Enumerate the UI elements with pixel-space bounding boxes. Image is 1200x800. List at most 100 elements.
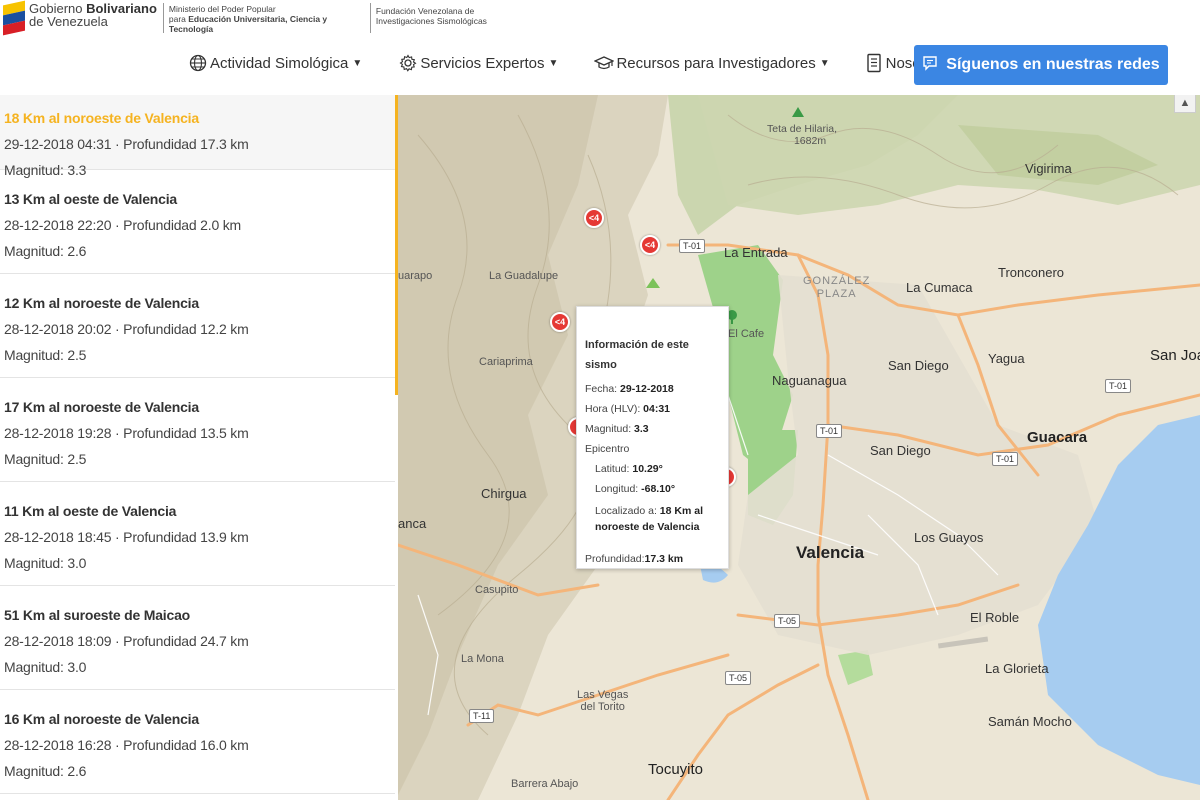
scroll-up-icon[interactable]: ▲ bbox=[1174, 95, 1196, 113]
road-shield: T-01 bbox=[816, 424, 843, 438]
nav-servicios-expertos[interactable]: Servicios Expertos ▼ bbox=[398, 53, 558, 73]
road-shield: T-01 bbox=[992, 452, 1019, 466]
follow-social-button[interactable]: Síguenos en nuestras redes bbox=[914, 45, 1168, 85]
nav-recursos-investigadores[interactable]: Recursos para Investigadores ▼ bbox=[594, 53, 830, 73]
map-label-place: Samán Mocho bbox=[988, 714, 1072, 729]
earthquake-marker[interactable]: <4 bbox=[550, 312, 570, 332]
event-title: 16 Km al noroeste de Valencia bbox=[4, 711, 199, 727]
earthquake-info-popup: Información de este sismo Fecha: 29-12-2… bbox=[576, 306, 729, 569]
road-shield: T-01 bbox=[1105, 379, 1132, 393]
event-meta: 29-12-2018 04:31 · Profundidad 17.3 km bbox=[4, 136, 249, 152]
event-title: 18 Km al noroeste de Valencia bbox=[4, 110, 199, 126]
brand-divider bbox=[369, 3, 371, 33]
event-title: 12 Km al noroeste de Valencia bbox=[4, 295, 199, 311]
road-shield: T-01 bbox=[679, 239, 706, 253]
event-magnitude: Magnitud: 2.6 bbox=[4, 763, 87, 779]
map-label-place: Naguanagua bbox=[772, 373, 847, 388]
popup-latitude: Latitud: 10.29° bbox=[595, 463, 663, 475]
gear-icon bbox=[398, 53, 418, 73]
map-label-peak: Teta de Hilaria, 1682m bbox=[767, 123, 838, 147]
document-icon bbox=[864, 53, 884, 73]
popup-time: Hora (HLV): 04:31 bbox=[585, 403, 671, 415]
ministry-name: Ministerio del Poder Popular para Educac… bbox=[168, 4, 328, 34]
road-shield: T-05 bbox=[725, 671, 752, 685]
map-label-place: San Diego bbox=[888, 358, 949, 373]
map-label-place: La Guadalupe bbox=[489, 270, 559, 282]
list-item[interactable]: 18 Km al noroeste de Valencia 29-12-2018… bbox=[0, 95, 395, 178]
map-label-place: La Cumaca bbox=[906, 280, 973, 295]
event-title: 51 Km al suroeste de Maicao bbox=[4, 607, 191, 623]
map-label-place: uarapo bbox=[398, 270, 433, 282]
brand-divider bbox=[162, 3, 164, 33]
list-item[interactable]: 17 Km al noroeste de Valencia 28-12-2018… bbox=[0, 378, 395, 482]
popup-longitude: Longitud: -68.10° bbox=[595, 483, 676, 495]
map-view[interactable]: Teta de Hilaria, 1682m Vigirima La Entrad… bbox=[398, 95, 1200, 800]
map-label-place: Guacara bbox=[1027, 429, 1088, 446]
event-magnitude: Magnitud: 3.0 bbox=[4, 659, 87, 675]
caret-down-icon: ▼ bbox=[548, 57, 559, 69]
earthquake-list[interactable]: 18 Km al noroeste de Valencia 29-12-2018… bbox=[0, 95, 395, 800]
event-meta: 28-12-2018 22:20 · Profundidad 2.0 km bbox=[4, 217, 241, 233]
event-magnitude: Magnitud: 2.5 bbox=[4, 451, 87, 467]
event-magnitude: Magnitud: 2.5 bbox=[4, 347, 87, 363]
popup-title: Información de este sismo bbox=[585, 339, 689, 371]
map-label-place: Casupito bbox=[475, 584, 519, 596]
main-nav: Actividad Simológica ▼ Servicios Experto… bbox=[188, 46, 960, 80]
map-label-place: Los Guayos bbox=[914, 530, 984, 545]
map-label-place: La Mona bbox=[461, 653, 504, 665]
map-label-place: San Diego bbox=[870, 443, 931, 458]
popup-depth: Profundidad:17.3 km bbox=[585, 553, 684, 565]
list-item[interactable]: 16 Km al noroeste de Valencia 28-12-2018… bbox=[0, 690, 395, 794]
road-shield: T-11 bbox=[469, 709, 495, 723]
map-label-place: Barrera Abajo bbox=[511, 778, 579, 790]
government-name: Gobierno Bolivariano de Venezuela bbox=[29, 1, 157, 29]
map-terrain bbox=[398, 95, 1200, 800]
event-meta: 28-12-2018 16:28 · Profundidad 16.0 km bbox=[4, 737, 249, 753]
map-label-place: Chirgua bbox=[481, 486, 527, 501]
graduation-cap-icon bbox=[594, 53, 615, 73]
event-meta: 28-12-2018 18:09 · Profundidad 24.7 km bbox=[4, 633, 249, 649]
chat-icon bbox=[922, 55, 938, 76]
event-meta: 28-12-2018 19:28 · Profundidad 13.5 km bbox=[4, 425, 249, 441]
map-label-city: Valencia bbox=[796, 543, 865, 562]
popup-date: Fecha: 29-12-2018 bbox=[585, 383, 674, 395]
map-label-place: Tocuyito bbox=[648, 761, 704, 778]
earthquake-marker[interactable]: <4 bbox=[640, 235, 660, 255]
popup-epicenter: Epicentro bbox=[585, 443, 630, 455]
event-meta: 28-12-2018 20:02 · Profundidad 12.2 km bbox=[4, 321, 249, 337]
event-title: 11 Km al oeste de Valencia bbox=[4, 503, 177, 519]
event-magnitude: Magnitud: 2.6 bbox=[4, 243, 87, 259]
list-item[interactable]: 11 Km al oeste de Valencia 28-12-2018 18… bbox=[0, 482, 395, 586]
popup-location: Localizado a: 18 Km al noroeste de Valen… bbox=[595, 505, 703, 533]
nav-label: Actividad Simológica bbox=[210, 54, 349, 72]
map-label-place: La Entrada bbox=[724, 245, 788, 260]
event-meta: 28-12-2018 18:45 · Profundidad 13.9 km bbox=[4, 529, 249, 545]
map-label-place: Las Vegas del Torito bbox=[577, 689, 629, 713]
event-title: 17 Km al noroeste de Valencia bbox=[4, 399, 199, 415]
map-label-place: La Glorieta bbox=[985, 661, 1049, 676]
event-magnitude: Magnitud: 3.0 bbox=[4, 555, 87, 571]
nav-actividad-sismologica[interactable]: Actividad Simológica ▼ bbox=[188, 53, 362, 73]
earthquake-marker[interactable]: <4 bbox=[584, 208, 604, 228]
list-item[interactable]: 13 Km al oeste de Valencia 28-12-2018 22… bbox=[0, 170, 395, 274]
globe-icon bbox=[188, 53, 208, 73]
event-title: 13 Km al oeste de Valencia bbox=[4, 191, 178, 207]
caret-down-icon: ▼ bbox=[819, 57, 830, 69]
government-logo[interactable]: Gobierno Bolivariano de Venezuela Minist… bbox=[3, 0, 506, 36]
popup-magnitude: Magnitud: 3.3 bbox=[585, 423, 649, 435]
nav-label: Recursos para Investigadores bbox=[616, 54, 816, 72]
map-label-place: anca bbox=[398, 516, 427, 531]
map-label-place: Tronconero bbox=[998, 265, 1064, 280]
map-label-place: El Cafe bbox=[728, 328, 765, 340]
map-label-place: Vigirima bbox=[1025, 161, 1072, 176]
foundation-name: Fundación Venezolana de Investigaciones … bbox=[375, 6, 487, 26]
list-item[interactable]: 51 Km al suroeste de Maicao 28-12-2018 1… bbox=[0, 586, 395, 690]
map-label-district: GONZÁLEZ PLAZA bbox=[803, 275, 871, 300]
map-label-place: Yagua bbox=[988, 351, 1025, 366]
road-shield: T-05 bbox=[774, 614, 801, 628]
list-item[interactable]: 12 Km al noroeste de Valencia 28-12-2018… bbox=[0, 274, 395, 378]
map-label-place: Cariaprima bbox=[479, 356, 533, 368]
site-header: Gobierno Bolivariano de Venezuela Minist… bbox=[0, 0, 1200, 95]
map-label-place: El Roble bbox=[970, 610, 1020, 625]
nav-label: Servicios Expertos bbox=[420, 54, 545, 72]
